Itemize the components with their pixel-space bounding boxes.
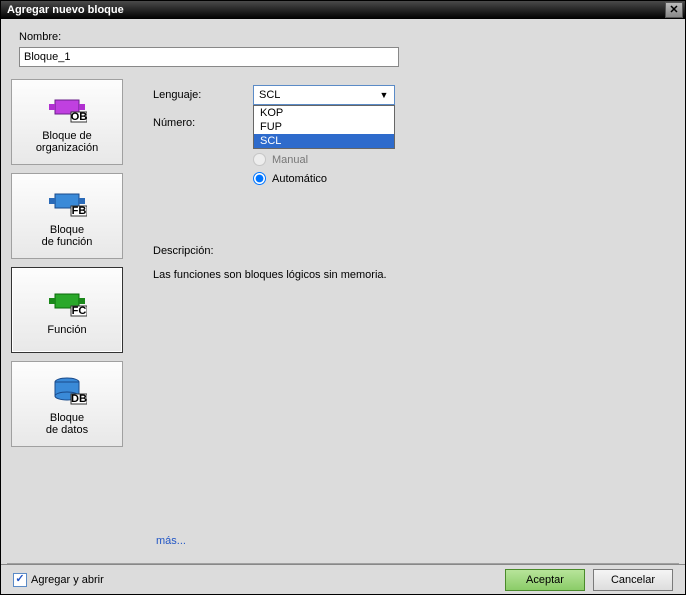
language-dropdown-wrap: SCL ▼ KOP FUP SCL [253,85,395,105]
description-label: Descripción: [153,245,675,257]
right-column: Lenguaje: SCL ▼ KOP FUP SCL [123,75,675,535]
number-label: Número: [153,117,253,129]
description-section: Descripción: Las funciones son bloques l… [153,245,675,281]
radio-auto-row[interactable]: Automático [253,172,675,185]
block-type-ob[interactable]: OB Bloque de organización [11,79,123,165]
number-row: Número: [153,117,675,129]
language-value: SCL [259,89,280,101]
svg-text:DB: DB [71,393,87,405]
language-option-fup[interactable]: FUP [254,120,394,134]
close-button[interactable]: ✕ [665,2,683,18]
db-icon: DB [47,372,87,408]
fb-label: Bloque de función [42,224,93,248]
fc-label: Función [47,324,86,336]
name-row: Nombre: [1,19,685,75]
language-row: Lenguaje: SCL ▼ KOP FUP SCL [153,85,675,105]
language-dropdown[interactable]: SCL ▼ [253,85,395,105]
footer-right: Aceptar Cancelar [505,569,673,591]
number-radio-group: Manual Automático [253,153,675,185]
content-area: Nombre: OB Bloque de organizació [1,19,685,594]
radio-manual-row[interactable]: Manual [253,153,675,166]
language-dropdown-list: KOP FUP SCL [253,105,395,149]
cancel-button[interactable]: Cancelar [593,569,673,591]
window-title: Agregar nuevo bloque [7,4,124,16]
main-area: OB Bloque de organización FB [1,75,685,535]
language-option-scl[interactable]: SCL [254,134,394,148]
add-open-label: Agregar y abrir [31,574,104,586]
fb-icon: FB [47,184,87,220]
dialog-window: Agregar nuevo bloque ✕ Nombre: [0,0,686,595]
db-label: Bloque de datos [46,412,88,436]
check-icon: ✓ [15,574,24,585]
accept-button[interactable]: Aceptar [505,569,585,591]
close-icon: ✕ [669,5,678,16]
footer: ✓ Agregar y abrir Aceptar Cancelar [1,564,685,594]
radio-auto-label: Automático [272,173,327,185]
name-label: Nombre: [19,31,667,43]
language-option-kop[interactable]: KOP [254,106,394,120]
radio-manual[interactable] [253,153,266,166]
radio-manual-label: Manual [272,154,308,166]
description-text: Las funciones son bloques lógicos sin me… [153,269,675,281]
language-label: Lenguaje: [153,89,253,101]
ob-icon: OB [47,90,87,126]
svg-text:OB: OB [71,111,87,123]
titlebar: Agregar nuevo bloque ✕ [1,1,685,19]
block-type-list: OB Bloque de organización FB [11,75,123,535]
radio-auto[interactable] [253,172,266,185]
block-type-fc[interactable]: FC Función [11,267,123,353]
svg-text:FC: FC [72,305,87,317]
block-type-db[interactable]: DB Bloque de datos [11,361,123,447]
add-open-checkbox[interactable]: ✓ [13,573,27,587]
chevron-down-icon: ▼ [376,87,392,103]
block-type-fb[interactable]: FB Bloque de función [11,173,123,259]
more-link[interactable]: más... [156,535,186,547]
fc-icon: FC [47,284,87,320]
ob-label: Bloque de organización [36,130,98,154]
footer-left: ✓ Agregar y abrir [13,573,104,587]
name-input[interactable] [19,47,399,67]
svg-text:FB: FB [72,205,87,217]
